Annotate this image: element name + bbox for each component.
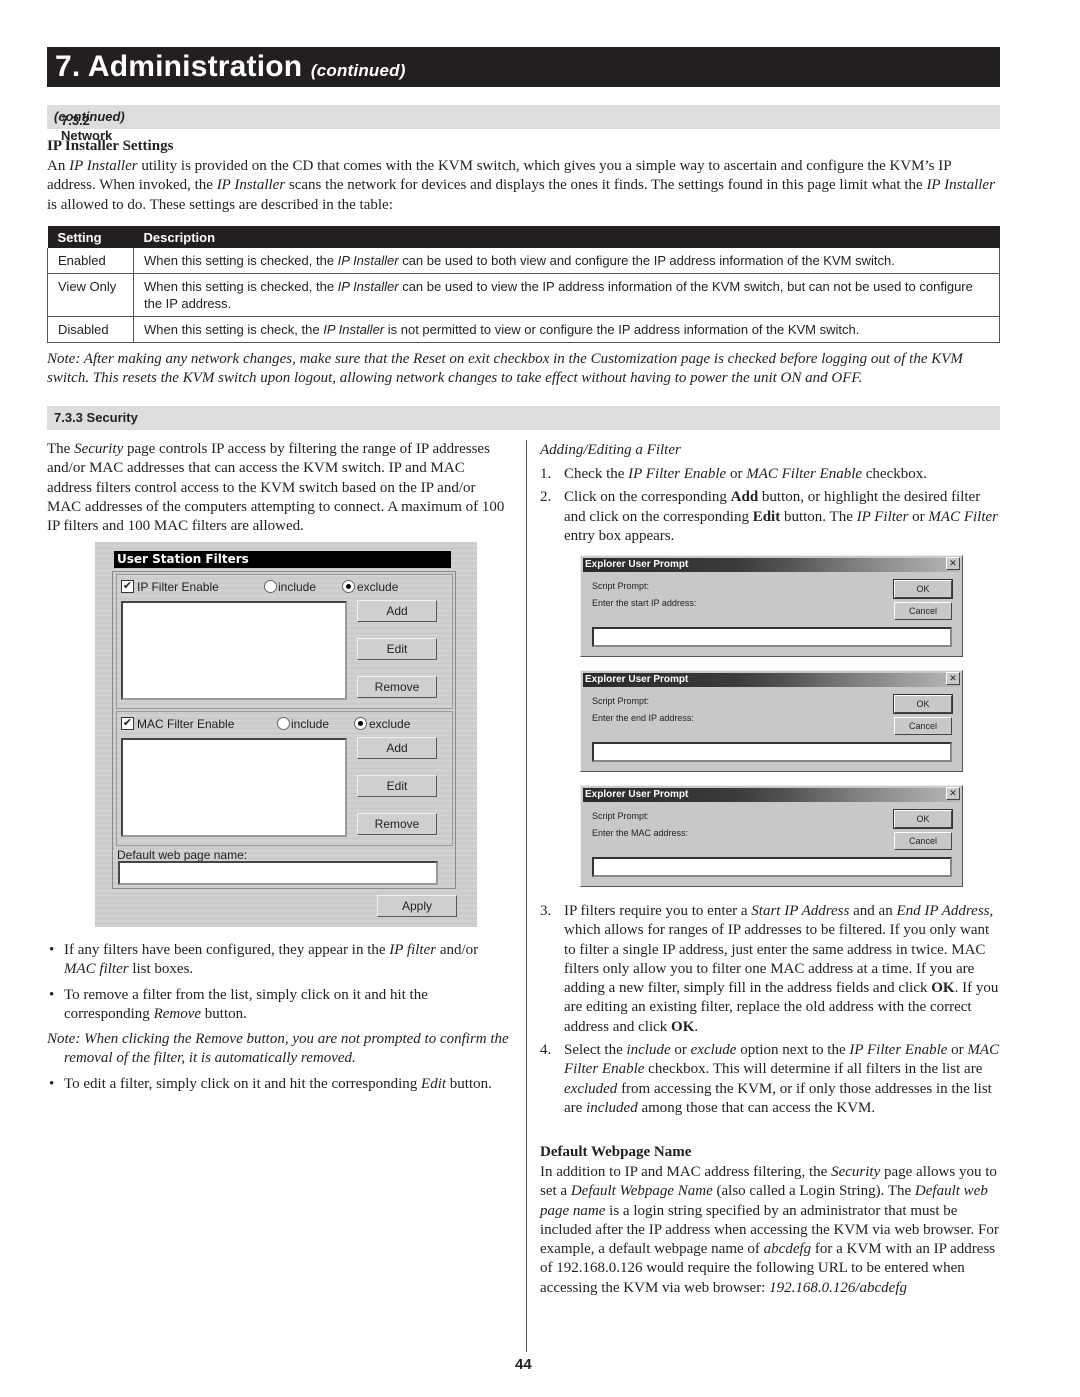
close-icon[interactable]: ✕ [946,672,960,685]
mac-filter-enable-label: MAC Filter Enable [137,717,235,731]
cancel-button[interactable]: Cancel [894,717,952,735]
prompt-message: Enter the end IP address: [592,713,694,723]
close-icon[interactable]: ✕ [946,557,960,570]
ip-installer-heading: IP Installer Settings [47,138,174,154]
mac-include-label: include [291,717,330,731]
description-cell: When this setting is checked, the IP Ins… [133,273,1000,317]
dialog-titlebar: Explorer User Prompt [583,673,960,687]
ip-filter-enable-checkbox[interactable]: ✔ [121,580,134,593]
description-cell: When this setting is check, the IP Insta… [133,316,1000,343]
security-intro: The Security page controls IP access by … [47,441,505,535]
ip-filter-group: ✔ IP Filter Enable include exclude Add E… [116,574,453,709]
mac-filter-list[interactable] [121,738,347,837]
prompt-message: Enter the start IP address: [592,598,697,608]
script-prompt-label: Script Prompt: [592,581,650,591]
chapter-continued: (continued) [310,61,406,80]
dialog-titlebar: Explorer User Prompt [583,558,960,572]
prompt-dialog-end-ip: Explorer User Prompt ✕ Script Prompt: En… [580,670,963,772]
start-ip-input[interactable] [592,627,952,647]
security-bullets: If any filters have been configured, the… [47,941,509,1100]
mac-add-button[interactable]: Add [357,737,437,759]
network-note: Note: After making any network changes, … [47,351,963,387]
setting-cell: Disabled [47,316,134,343]
table-row: Enabled When this setting is checked, th… [47,248,1000,274]
ok-button[interactable]: OK [893,809,953,829]
adding-filter-heading: Adding/Editing a Filter [540,442,681,458]
script-prompt-label: Script Prompt: [592,811,650,821]
apply-button[interactable]: Apply [377,895,457,917]
script-prompt-label: Script Prompt: [592,696,650,706]
list-item: To remove a filter from the list, simply… [47,986,509,1025]
mac-include-radio[interactable] [277,717,290,730]
settings-table: Setting Description Enabled When this se… [47,226,1000,343]
cancel-button[interactable]: Cancel [894,832,952,850]
cancel-button[interactable]: Cancel [894,602,952,620]
mac-exclude-label: exclude [369,717,411,731]
step-item: 3. IP filters require you to enter a Star… [540,903,999,1035]
prompt-dialog-start-ip: Explorer User Prompt ✕ Script Prompt: En… [580,555,963,657]
description-cell: When this setting is checked, the IP Ins… [133,248,1000,274]
list-item: To edit a filter, simply click on it and… [47,1075,509,1095]
setting-cell: Enabled [47,248,134,274]
steps-list-b: 3. IP filters require you to enter a Star… [540,902,1002,1122]
steps-list-a: 1. Check the IP Filter Enable or MAC Filt… [540,465,1002,550]
mac-remove-button[interactable]: Remove [357,813,437,835]
ip-exclude-radio[interactable] [342,580,355,593]
default-webpage-body: In addition to IP and MAC address filter… [540,1164,999,1296]
column-divider [526,440,527,1352]
mac-exclude-radio[interactable] [354,717,367,730]
step-item: 2. Click on the corresponding Add button,… [540,489,998,544]
section-header-security: 7.3.3 Security [47,406,1000,430]
ip-filter-enable-label: IP Filter Enable [137,580,219,594]
setting-cell: View Only [47,273,134,317]
default-webpage-heading: Default Webpage Name [540,1144,692,1160]
table-row: Disabled When this setting is check, the… [47,316,1000,343]
remove-note: Note: When clicking the Remove button, y… [47,1031,509,1067]
close-icon[interactable]: ✕ [946,787,960,800]
user-station-filters-panel: User Station Filters ✔ IP Filter Enable … [95,542,477,927]
ip-remove-button[interactable]: Remove [357,676,437,698]
step-item: 1. Check the IP Filter Enable or MAC Filt… [540,466,927,482]
mac-filter-group: ✔ MAC Filter Enable include exclude Add … [116,711,453,846]
end-ip-input[interactable] [592,742,952,762]
table-header-row: Setting Description [47,226,1000,248]
table-row: View Only When this setting is checked, … [47,273,1000,317]
col-header-setting: Setting [47,226,134,248]
chapter-header: 7. Administration (continued) [47,47,1000,87]
section-header-network: 7.3.2 Network (continued) [47,105,1000,143]
step-item: 4. Select the include or exclude option n… [540,1042,1000,1116]
ip-include-label: include [278,580,317,594]
prompt-message: Enter the MAC address: [592,828,689,838]
col-header-description: Description [133,226,1000,248]
ip-add-button[interactable]: Add [357,600,437,622]
ip-exclude-label: exclude [357,580,399,594]
mac-filter-enable-checkbox[interactable]: ✔ [121,717,134,730]
ip-include-radio[interactable] [264,580,277,593]
ip-installer-intro: An IP Installer utility is provided on t… [47,158,995,213]
ip-filter-list[interactable] [121,601,347,700]
panel-title: User Station Filters [114,551,451,568]
default-web-page-label: Default web page name: [117,848,248,862]
chapter-title: 7. Administration (continued) [55,50,406,83]
mac-edit-button[interactable]: Edit [357,775,437,797]
default-web-page-input[interactable] [118,861,438,885]
ok-button[interactable]: OK [893,694,953,714]
list-item: If any filters have been configured, the… [47,941,509,980]
mac-input[interactable] [592,857,952,877]
ok-button[interactable]: OK [893,579,953,599]
prompt-dialog-mac: Explorer User Prompt ✕ Script Prompt: En… [580,785,963,887]
page-number: 44 [515,1356,532,1373]
ip-edit-button[interactable]: Edit [357,638,437,660]
dialog-titlebar: Explorer User Prompt [583,788,960,802]
